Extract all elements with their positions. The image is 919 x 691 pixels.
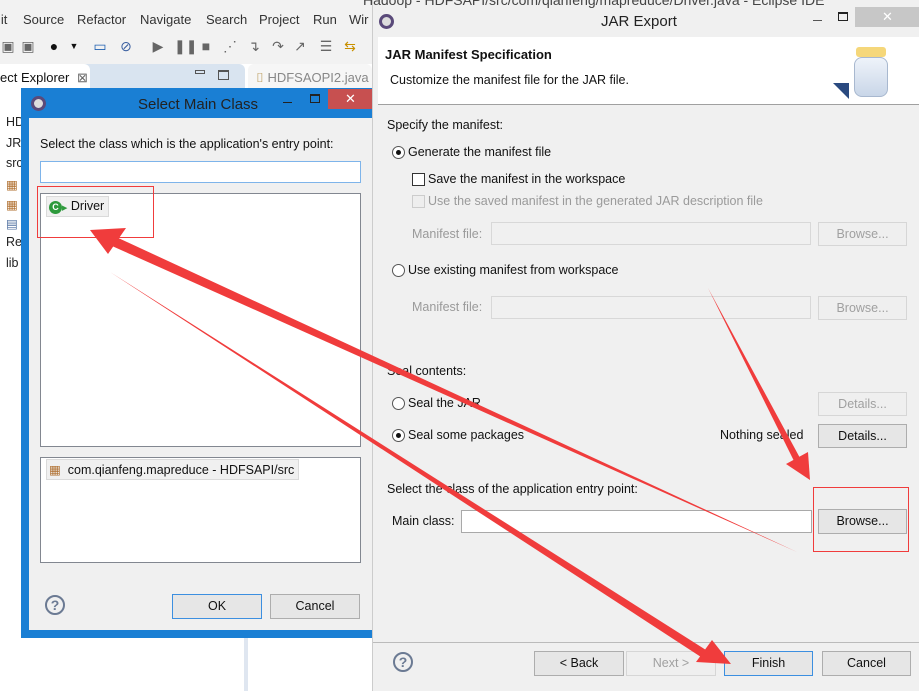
highlight-box-browse: [813, 487, 909, 552]
arrow-to-driver: [112, 236, 797, 552]
annotation-overlay: [37, 186, 909, 664]
arrow-to-browse: [708, 288, 800, 461]
arrow-to-finish: [110, 272, 706, 657]
